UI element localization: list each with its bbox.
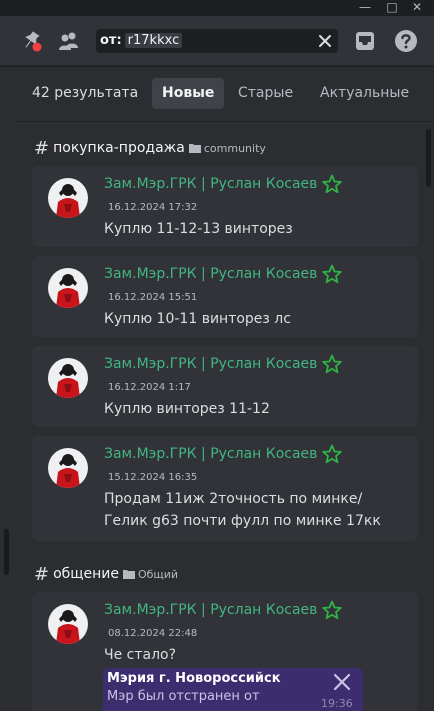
folder-icon (188, 144, 201, 153)
inbox-icon[interactable] (352, 28, 378, 54)
toast-title: Мэрия г. Новороссийск (107, 671, 281, 686)
search-result-message[interactable]: Зам.Мэр.ГРК | Руслан Косаев 15.12.2024 1… (32, 436, 418, 541)
avatar[interactable] (48, 448, 88, 488)
message-timestamp: 08.12.2024 22:48 (108, 628, 198, 639)
channel-heading[interactable]: # общение Общий (34, 563, 179, 585)
window-close-icon[interactable]: ✕ (405, 0, 429, 16)
channel-heading[interactable]: # покупка-продажа community (34, 137, 266, 159)
channel-toolbar: от: r17kkxc (0, 16, 434, 66)
result-count: 42 результата (32, 85, 139, 101)
help-icon[interactable] (393, 28, 419, 54)
minimize-icon[interactable]: — (353, 0, 377, 16)
message-author[interactable]: Зам.Мэр.ГРК | Руслан Косаев (104, 356, 317, 372)
pin-icon[interactable] (18, 28, 44, 54)
search-result-message[interactable]: Зам.Мэр.ГРК | Руслан Косаев 16.12.2024 1… (32, 166, 418, 247)
star-icon (322, 354, 342, 374)
folder-icon (122, 570, 135, 579)
search-results-panel: 42 результата Новые Старые Актуальные # … (16, 67, 434, 711)
channel-hash-icon: # (34, 137, 50, 159)
star-icon (322, 174, 342, 194)
avatar[interactable] (48, 604, 88, 644)
message-timestamp: 16.12.2024 15:51 (108, 292, 198, 303)
toast-body: Мэр был отстранен от (107, 689, 260, 704)
avatar[interactable] (48, 268, 88, 308)
notification-toast[interactable]: Мэрия г. Новороссийск Мэр был отстранен … (103, 668, 363, 711)
maximize-icon[interactable]: □ (380, 0, 404, 16)
message-text: Куплю 11-12-13 винторез (104, 221, 293, 237)
message-text: Че стало? (104, 647, 177, 663)
search-result-message[interactable]: Зам.Мэр.ГРК | Руслан Косаев 16.12.2024 1… (32, 346, 418, 427)
message-text: Куплю 10-11 винторез лс (104, 311, 291, 327)
search-input[interactable] (96, 29, 311, 53)
left-gutter (0, 67, 16, 711)
avatar[interactable] (48, 358, 88, 398)
search-box[interactable]: от: r17kkxc (96, 29, 338, 53)
message-author[interactable]: Зам.Мэр.ГРК | Руслан Косаев (104, 176, 317, 192)
message-text: Продам 11иж 2точность по минке/ Гелик g6… (104, 491, 381, 529)
members-icon[interactable] (56, 28, 82, 54)
star-icon (322, 444, 342, 464)
clear-icon[interactable] (318, 33, 332, 49)
message-author[interactable]: Зам.Мэр.ГРК | Руслан Косаев (104, 602, 317, 618)
results-scrollbar[interactable] (426, 129, 431, 187)
avatar[interactable] (48, 178, 88, 218)
close-icon[interactable] (332, 672, 352, 692)
message-timestamp: 15.12.2024 16:35 (108, 472, 198, 483)
channel-name: покупка-продажа (53, 140, 185, 156)
window-titlebar: — □ ✕ (0, 0, 434, 16)
sort-tab-old[interactable]: Старые (228, 78, 303, 109)
channel-name: общение (53, 566, 119, 582)
channel-hash-icon: # (34, 563, 50, 585)
results-header: 42 результата Новые Старые Актуальные (16, 67, 434, 122)
star-icon (322, 264, 342, 284)
channel-category: community (203, 141, 266, 155)
left-scrollbar[interactable] (4, 529, 9, 575)
sort-tab-relevant[interactable]: Актуальные (310, 78, 419, 109)
message-timestamp: 16.12.2024 1:17 (108, 382, 191, 393)
message-timestamp: 16.12.2024 17:32 (108, 202, 198, 213)
toast-time: 19:36 (321, 697, 353, 710)
search-result-message[interactable]: Зам.Мэр.ГРК | Руслан Косаев 16.12.2024 1… (32, 256, 418, 337)
channel-category: Общий (137, 567, 179, 581)
star-icon (322, 600, 342, 620)
message-text: Куплю винторез 11-12 (104, 401, 270, 417)
message-author[interactable]: Зам.Мэр.ГРК | Руслан Косаев (104, 446, 317, 462)
sort-tab-new[interactable]: Новые (152, 78, 225, 109)
message-author[interactable]: Зам.Мэр.ГРК | Руслан Косаев (104, 266, 317, 282)
